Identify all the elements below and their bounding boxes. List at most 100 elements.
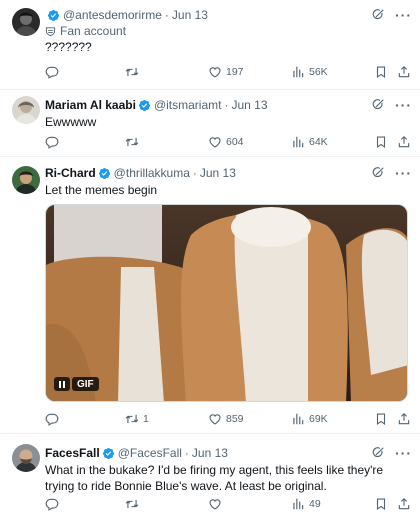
views-icon xyxy=(291,412,305,426)
more-icon[interactable]: ··· xyxy=(395,446,412,460)
fan-account-text: Fan account xyxy=(60,24,127,38)
tweet-text: Let the memes begin xyxy=(45,183,158,197)
bookmark-button[interactable] xyxy=(374,64,388,80)
views-icon xyxy=(291,497,305,511)
bookmark-button[interactable] xyxy=(374,411,388,427)
reply-button[interactable] xyxy=(45,411,63,427)
share-icon xyxy=(397,65,411,79)
repost-icon xyxy=(125,497,139,511)
bookmark-icon xyxy=(374,65,388,79)
reply-button[interactable] xyxy=(45,134,63,150)
like-count: 604 xyxy=(226,136,244,148)
user-handle[interactable]: @thrillakkuma xyxy=(114,166,190,180)
like-count: 197 xyxy=(226,66,244,78)
user-handle[interactable]: @antesdemorirme xyxy=(63,8,162,22)
tweet[interactable]: FacesFall @FacesFall · Jun 13 ··· What i… xyxy=(0,434,420,517)
pause-icon[interactable] xyxy=(54,377,70,391)
like-icon xyxy=(208,497,222,511)
tweet-actions: 197 56K xyxy=(45,64,411,80)
avatar[interactable] xyxy=(12,444,40,472)
repost-button[interactable]: 1 xyxy=(125,411,149,427)
share-button[interactable] xyxy=(397,134,411,150)
share-button[interactable] xyxy=(397,496,411,512)
repost-icon xyxy=(125,412,139,426)
share-button[interactable] xyxy=(397,411,411,427)
tweet-text: ??????? xyxy=(45,40,92,54)
like-icon xyxy=(208,412,222,426)
grok-icon[interactable] xyxy=(371,446,385,460)
verified-badge-icon xyxy=(98,167,111,180)
verified-badge-icon xyxy=(47,9,60,22)
tweet-text: What in the bukake? I'd be firing my age… xyxy=(45,463,384,493)
view-count: 64K xyxy=(309,136,328,148)
verified-badge-icon xyxy=(138,99,151,112)
views-icon xyxy=(291,135,305,149)
tweet-time[interactable]: Jun 13 xyxy=(200,166,236,180)
avatar[interactable] xyxy=(12,96,40,124)
view-count: 69K xyxy=(309,413,328,425)
like-icon xyxy=(208,135,222,149)
bookmark-icon xyxy=(374,135,388,149)
display-name[interactable]: FacesFall xyxy=(45,446,100,460)
views-button[interactable]: 49 xyxy=(291,496,321,512)
display-name[interactable]: Mariam Al kaabi xyxy=(45,98,136,112)
share-icon xyxy=(397,497,411,511)
grok-icon[interactable] xyxy=(371,8,385,22)
gif-badge: GIF xyxy=(54,377,99,391)
separator-dot: · xyxy=(164,8,169,22)
like-button[interactable]: 197 xyxy=(208,64,244,80)
gif-media[interactable]: GIF xyxy=(45,204,408,402)
reply-icon xyxy=(45,65,59,79)
fan-account-shield-icon xyxy=(45,26,56,37)
repost-icon xyxy=(125,135,139,149)
more-icon[interactable]: ··· xyxy=(395,8,412,22)
tweet[interactable]: Ri-Chard @thrillakkuma · Jun 13 ··· Let … xyxy=(0,157,420,433)
more-icon[interactable]: ··· xyxy=(395,166,412,180)
tweet-actions: 1 859 69K xyxy=(45,411,411,427)
tweet-time[interactable]: Jun 13 xyxy=(231,98,267,112)
reply-icon xyxy=(45,135,59,149)
repost-button[interactable] xyxy=(125,64,143,80)
views-button[interactable]: 56K xyxy=(291,64,328,80)
tweet-text: Ewwwww xyxy=(45,115,97,129)
avatar[interactable] xyxy=(12,8,40,36)
views-button[interactable]: 64K xyxy=(291,134,328,150)
tweet-header: Mariam Al kaabi @itsmariamt · Jun 13 ··· xyxy=(45,97,412,113)
bookmark-button[interactable] xyxy=(374,134,388,150)
views-button[interactable]: 69K xyxy=(291,411,328,427)
avatar[interactable] xyxy=(12,166,40,194)
bookmark-icon xyxy=(374,412,388,426)
view-count: 49 xyxy=(309,498,321,510)
tweet[interactable]: Mariam Al kaabi @itsmariamt · Jun 13 ···… xyxy=(0,90,420,156)
like-icon xyxy=(208,65,222,79)
like-button[interactable] xyxy=(208,496,226,512)
repost-button[interactable] xyxy=(125,134,143,150)
tweet-header: Ri-Chard @thrillakkuma · Jun 13 ··· xyxy=(45,165,412,181)
view-count: 56K xyxy=(309,66,328,78)
tweet-actions: 49 xyxy=(45,496,411,512)
tweet-actions: 604 64K xyxy=(45,134,411,150)
tweet-header: @antesdemorirme · Jun 13 ··· xyxy=(45,7,412,23)
repost-button[interactable] xyxy=(125,496,143,512)
like-button[interactable]: 604 xyxy=(208,134,244,150)
share-button[interactable] xyxy=(397,64,411,80)
grok-icon[interactable] xyxy=(371,98,385,112)
reply-button[interactable] xyxy=(45,64,63,80)
tweet-time[interactable]: Jun 13 xyxy=(192,446,228,460)
display-name[interactable]: Ri-Chard xyxy=(45,166,96,180)
views-icon xyxy=(291,65,305,79)
tweet-time[interactable]: Jun 13 xyxy=(172,8,208,22)
more-icon[interactable]: ··· xyxy=(395,98,412,112)
bookmark-button[interactable] xyxy=(374,496,388,512)
user-handle[interactable]: @itsmariamt xyxy=(154,98,222,112)
verified-badge-icon xyxy=(102,447,115,460)
repost-icon xyxy=(125,65,139,79)
like-button[interactable]: 859 xyxy=(208,411,244,427)
tweet[interactable]: @antesdemorirme · Jun 13 ··· Fan account… xyxy=(0,0,420,90)
reply-button[interactable] xyxy=(45,496,63,512)
bookmark-icon xyxy=(374,497,388,511)
reply-icon xyxy=(45,412,59,426)
user-handle[interactable]: @FacesFall xyxy=(118,446,182,460)
grok-icon[interactable] xyxy=(371,166,385,180)
gif-frame-image xyxy=(46,205,407,401)
